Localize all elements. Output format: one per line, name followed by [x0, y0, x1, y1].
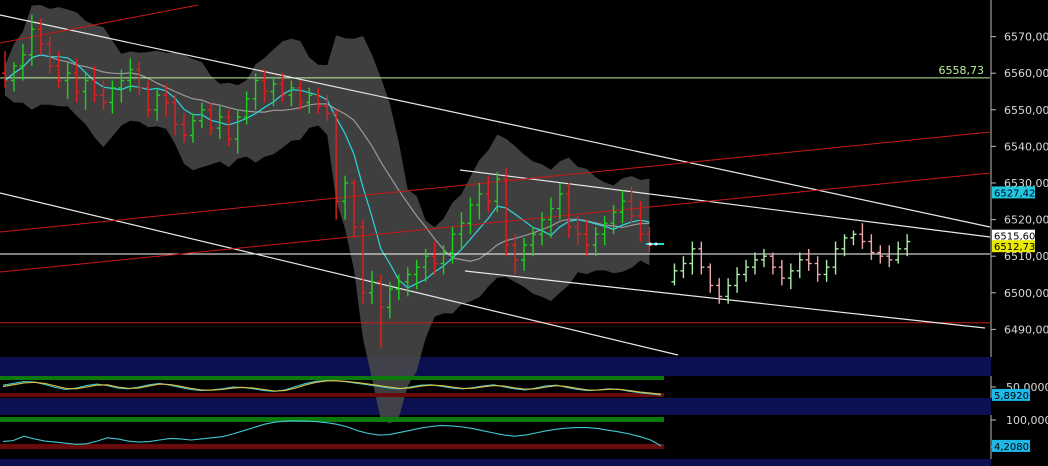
axis-tick-label: 6560,00 — [1004, 67, 1048, 80]
bottom-bar — [0, 459, 1048, 466]
axis-tick-label: 6540,00 — [1004, 140, 1048, 153]
oversold-zone — [0, 393, 664, 397]
oscillator-value-label: 4,2080 — [994, 442, 1029, 453]
level-label: 6558,73 — [939, 64, 985, 77]
axis-tick-label: 100,0000 — [1006, 414, 1048, 427]
axis-tick-label: 6490,00 — [1004, 323, 1048, 336]
axis-tick-label: 6520,00 — [1004, 214, 1048, 227]
oscillator-value-label: 5,8920 — [994, 391, 1029, 402]
trading-chart: 6558,73 6490,006500,006510,006520,006530… — [0, 0, 1048, 466]
panel-separator — [0, 398, 1048, 415]
oversold-zone — [0, 444, 664, 449]
axis-tick-label: 6550,00 — [1004, 104, 1048, 117]
axis-tick-label: 6570,00 — [1004, 31, 1048, 44]
price-tag-label: 6527,42 — [994, 188, 1035, 199]
overbought-zone — [0, 376, 664, 380]
price-tag-label: 6512,73 — [994, 242, 1035, 253]
axis-tick-label: 6500,00 — [1004, 287, 1048, 300]
panel-separator — [0, 357, 1048, 376]
overbought-zone — [0, 417, 664, 422]
